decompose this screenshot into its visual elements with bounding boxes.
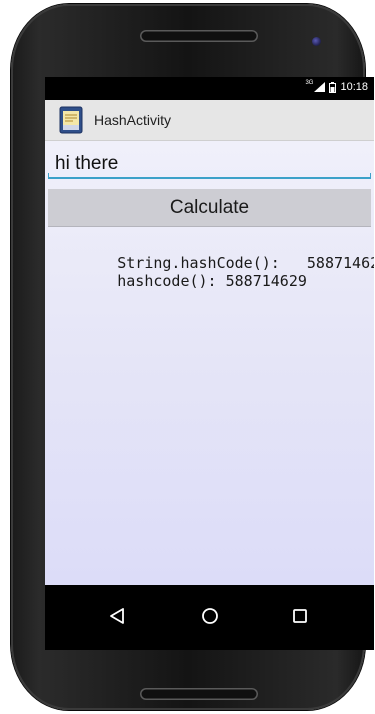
front-camera xyxy=(312,37,321,46)
signal-icon xyxy=(314,82,326,92)
navigation-bar xyxy=(45,585,374,650)
calculate-button[interactable]: Calculate xyxy=(48,189,371,227)
text-input-value[interactable]: hi there xyxy=(55,153,118,175)
action-bar: HashActivity xyxy=(45,100,374,141)
battery-icon xyxy=(329,81,337,93)
custom-hashcode-value: 588714629 xyxy=(225,272,307,290)
text-input-field[interactable]: hi there xyxy=(48,149,371,179)
activity-content: hi there Calculate String.hashCode(): 58… xyxy=(45,141,374,585)
app-title: HashActivity xyxy=(94,112,172,128)
top-speaker xyxy=(140,30,258,42)
app-document-icon[interactable] xyxy=(59,106,83,134)
string-hashcode-value: 588714629 xyxy=(306,254,374,272)
recents-square-icon[interactable] xyxy=(289,605,311,627)
home-circle-icon[interactable] xyxy=(199,605,221,627)
bottom-speaker xyxy=(140,688,258,700)
status-bar: 3G 10:18 xyxy=(45,77,374,100)
status-indicators: 3G 10:18 xyxy=(305,80,368,93)
phone-screen: 3G 10:18 HashActivity hi there Calculate… xyxy=(45,77,374,650)
clock: 10:18 xyxy=(340,81,368,93)
custom-hashcode-label: hashcode(): xyxy=(117,272,217,290)
phone-frame: 3G 10:18 HashActivity hi there Calculate… xyxy=(11,4,374,710)
input-underline xyxy=(48,173,371,179)
back-triangle-icon[interactable] xyxy=(106,605,128,627)
custom-hashcode-row: hashcode(): 588714629 xyxy=(45,254,307,308)
network-type-label: 3G xyxy=(305,80,314,86)
